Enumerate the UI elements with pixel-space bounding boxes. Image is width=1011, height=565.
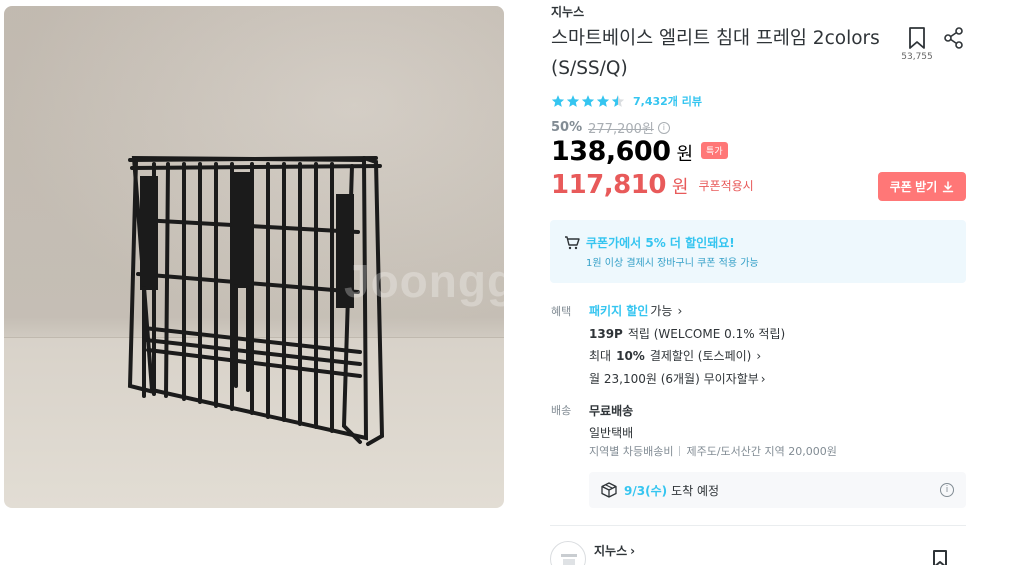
star-icon bbox=[551, 95, 565, 107]
truck-box-icon bbox=[601, 482, 617, 498]
discount-rate: 50% bbox=[551, 120, 583, 135]
delivery-type: 일반택배 bbox=[589, 426, 634, 440]
star-rating bbox=[551, 94, 625, 108]
coupon-price-row: 117,810 원 쿠폰적용시 bbox=[551, 170, 754, 200]
sale-price: 138,600 bbox=[551, 136, 671, 167]
seller-avatar-block bbox=[563, 559, 575, 565]
arrival-text: 도착 예정 bbox=[671, 483, 720, 498]
star-half-icon bbox=[611, 95, 625, 107]
star-icon bbox=[566, 95, 580, 107]
info-icon[interactable]: i bbox=[657, 121, 670, 134]
seller-avatar-bar bbox=[561, 554, 577, 557]
coupon-notice-title: 쿠폰가에서 5% 더 할인돼요! bbox=[586, 236, 735, 250]
review-count[interactable]: 7,432개 리뷰 bbox=[633, 93, 702, 109]
brand-name[interactable]: 지누스 bbox=[551, 3, 584, 20]
special-badge: 특가 bbox=[701, 142, 728, 159]
payment-discount[interactable]: 최대 10% 결제할인 (토스페이) › bbox=[589, 347, 761, 364]
bookmark-button[interactable]: 53,755 bbox=[901, 26, 933, 62]
points-benefit: 139P 적립 (WELCOME 0.1% 적립) bbox=[589, 325, 785, 342]
cart-icon bbox=[565, 235, 580, 249]
coupon-notice-title-row: 쿠폰가에서 5% 더 할인돼요! bbox=[564, 234, 735, 251]
points-text: 적립 (WELCOME 0.1% 적립) bbox=[627, 327, 786, 341]
product-image[interactable]: Joongg bbox=[4, 6, 504, 508]
rating-row[interactable]: 7,432개 리뷰 bbox=[551, 93, 702, 109]
price-row: 138,600 원 특가 bbox=[551, 136, 728, 167]
star-icon bbox=[581, 95, 595, 107]
payment-discount-text: 결제할인 (토스페이) bbox=[649, 349, 752, 363]
delivery-label: 배송 bbox=[551, 404, 572, 417]
delivery-region-a: 지역별 차등배송비 bbox=[589, 445, 674, 458]
chevron-right-icon: › bbox=[630, 543, 636, 558]
benefit-label: 혜택 bbox=[551, 305, 572, 318]
coupon-price: 117,810 bbox=[551, 170, 666, 200]
download-icon bbox=[943, 180, 954, 192]
section-divider bbox=[550, 525, 966, 526]
coupon-applied-label: 쿠폰적용시 bbox=[698, 179, 754, 193]
arrival-estimate: 9/3(수) 도착 예정 i bbox=[589, 472, 966, 508]
payment-discount-pre: 최대 bbox=[589, 349, 612, 363]
product-title: 스마트베이스 엘리트 침대 프레임 2colors (S/SS/Q) bbox=[551, 28, 880, 79]
installment-benefit[interactable]: 월 23,100원 (6개월) 무이자할부 › bbox=[589, 370, 766, 387]
seller-name-text: 지누스 bbox=[594, 544, 628, 558]
image-watermark: Joongg bbox=[344, 255, 504, 307]
price-unit: 원 bbox=[676, 144, 694, 165]
get-coupon-button[interactable]: 쿠폰 받기 bbox=[878, 172, 966, 201]
delivery-region: 지역별 차등배송비 제주도/도서산간 지역 20,000원 bbox=[589, 443, 837, 459]
arrival-date: 9/3(수) bbox=[624, 483, 668, 498]
share-button[interactable] bbox=[943, 27, 965, 53]
package-discount-link[interactable]: 패키지 할인 bbox=[589, 302, 648, 319]
get-coupon-label: 쿠폰 받기 bbox=[889, 180, 938, 194]
star-icon bbox=[596, 95, 610, 107]
discount-row: 50% 277,200원 i bbox=[551, 118, 670, 137]
coupon-notice-desc: 1원 이상 결제시 장바구니 쿠폰 적용 가능 bbox=[586, 258, 759, 269]
bookmark-icon bbox=[909, 27, 925, 49]
coupon-price-unit: 원 bbox=[671, 177, 689, 198]
free-delivery: 무료배송 bbox=[589, 404, 634, 418]
info-icon[interactable]: i bbox=[940, 483, 954, 497]
seller-name[interactable]: 지누스 › bbox=[594, 542, 635, 559]
payment-discount-rate: 10% bbox=[616, 348, 645, 363]
divider bbox=[679, 446, 681, 456]
chevron-right-icon: › bbox=[756, 348, 762, 363]
seller-avatar[interactable] bbox=[550, 541, 586, 565]
share-icon bbox=[944, 27, 963, 49]
bookmark-icon bbox=[933, 550, 947, 565]
original-price: 277,200원 bbox=[588, 122, 654, 137]
chevron-right-icon: › bbox=[760, 371, 766, 386]
package-discount-text: 가능 bbox=[650, 304, 673, 318]
coupon-notice: 쿠폰가에서 5% 더 할인돼요! 1원 이상 결제시 장바구니 쿠폰 적용 가능 bbox=[550, 220, 966, 283]
chevron-right-icon: › bbox=[677, 303, 683, 318]
installment-text: 월 23,100원 (6개월) 무이자할부 bbox=[589, 372, 759, 386]
bookmark-count: 53,755 bbox=[901, 52, 933, 62]
points-amount: 139P bbox=[589, 326, 623, 341]
package-discount[interactable]: 패키지 할인 가능 › bbox=[589, 302, 682, 319]
seller-bookmark-button[interactable] bbox=[931, 549, 949, 565]
delivery-region-b: 제주도/도서산간 지역 20,000원 bbox=[686, 445, 837, 458]
